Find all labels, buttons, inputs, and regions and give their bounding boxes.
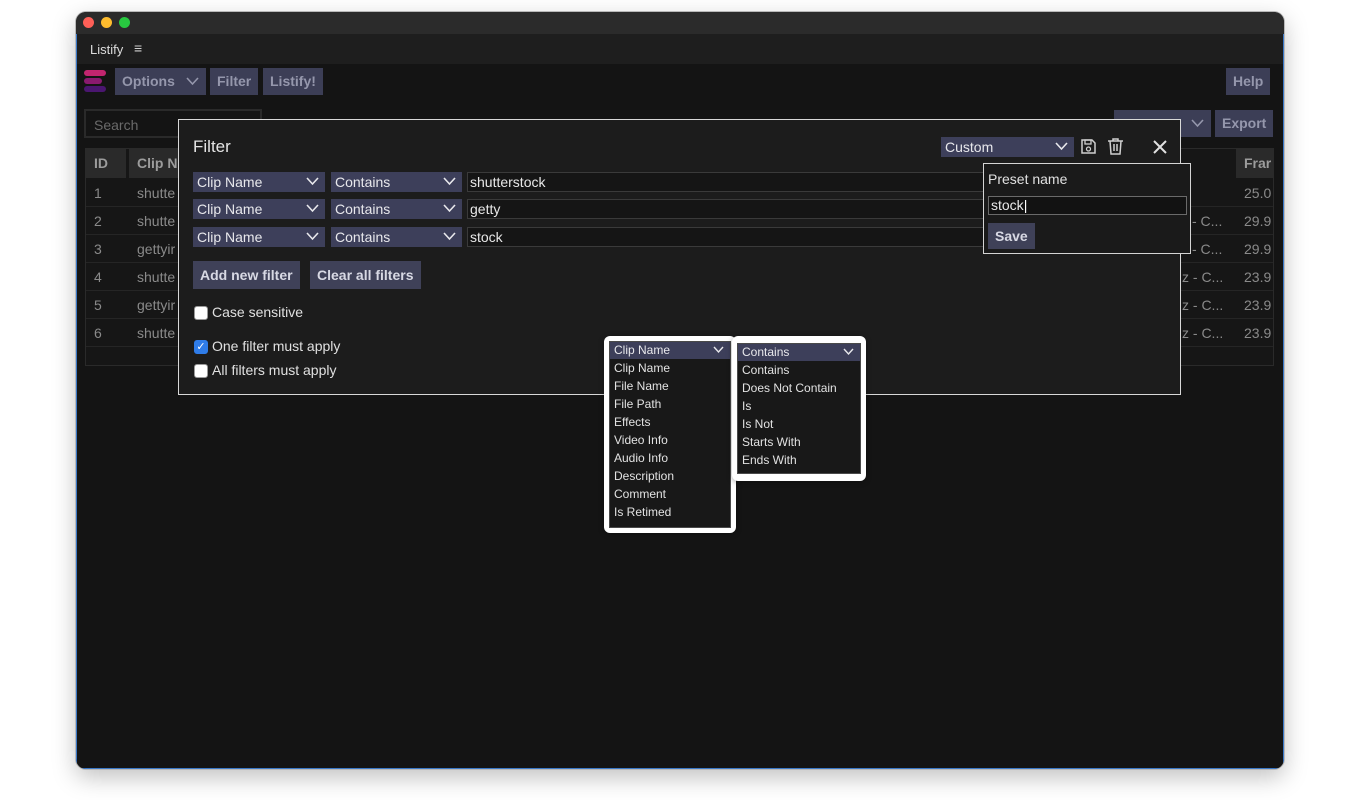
operator-dropdown: Contains Contains Does Not Contain Is Is… — [732, 336, 866, 481]
title-bar — [76, 12, 1284, 34]
dropdown-option[interactable]: Ends With — [738, 451, 860, 469]
filter-value-input[interactable]: getty — [467, 199, 987, 219]
chevron-down-icon — [306, 204, 319, 213]
close-window-button[interactable] — [83, 17, 94, 28]
chevron-down-icon — [443, 204, 456, 213]
preset-select-value: Custom — [945, 139, 994, 155]
filter-field-select[interactable]: Clip Name — [193, 199, 325, 219]
filter-field-select[interactable]: Clip Name — [193, 172, 325, 192]
dialog-title: Filter — [193, 137, 231, 156]
field-dropdown: Clip Name Clip Name File Name File Path … — [604, 336, 736, 533]
dropdown-option[interactable]: Clip Name — [610, 359, 730, 377]
text-caret: | — [1023, 197, 1028, 213]
all-filters-label: All filters must apply — [212, 362, 337, 378]
dropdown-option[interactable]: Is Not — [738, 415, 860, 433]
preset-name-value: stock — [991, 197, 1024, 213]
one-filter-checkbox[interactable]: ✓ — [194, 340, 208, 354]
filter-operator-select[interactable]: Contains — [331, 227, 462, 247]
filter-operator-select[interactable]: Contains — [331, 199, 462, 219]
filter-value-input[interactable]: stock — [467, 227, 987, 247]
dropdown-option[interactable]: Does Not Contain — [738, 379, 860, 397]
dropdown-option[interactable]: Effects — [610, 413, 730, 431]
chevron-down-icon — [306, 177, 319, 186]
dropdown-option[interactable]: File Name — [610, 377, 730, 395]
operator-dropdown-selected: Contains — [742, 345, 790, 359]
filter-operator-select[interactable]: Contains — [331, 172, 462, 192]
dropdown-option[interactable]: Contains — [738, 361, 860, 379]
case-sensitive-label: Case sensitive — [212, 304, 304, 320]
minimize-window-button[interactable] — [101, 17, 112, 28]
field-dropdown-list: Clip Name Clip Name File Name File Path … — [609, 341, 731, 528]
dropdown-option[interactable]: Comment — [610, 485, 730, 503]
chevron-down-icon — [306, 232, 319, 241]
field-dropdown-header[interactable]: Clip Name — [610, 342, 730, 359]
filter-operator-value: Contains — [335, 174, 391, 190]
filter-field-value: Clip Name — [197, 201, 263, 217]
chevron-down-icon — [843, 348, 854, 356]
filter-operator-value: Contains — [335, 229, 391, 245]
filter-value-input[interactable]: shutterstock — [467, 172, 987, 192]
case-sensitive-checkbox[interactable] — [194, 306, 208, 320]
dropdown-option[interactable]: Description — [610, 467, 730, 485]
close-icon[interactable] — [1153, 140, 1167, 154]
operator-dropdown-header[interactable]: Contains — [738, 344, 860, 361]
add-filter-button[interactable]: Add new filter — [193, 261, 300, 289]
one-filter-label: One filter must apply — [212, 338, 341, 354]
dropdown-option[interactable]: Is — [738, 397, 860, 415]
filter-field-value: Clip Name — [197, 229, 263, 245]
save-preset-icon[interactable] — [1080, 138, 1097, 155]
chevron-down-icon — [713, 346, 724, 354]
dropdown-option[interactable]: Audio Info — [610, 449, 730, 467]
preset-select[interactable]: Custom — [941, 137, 1074, 157]
maximize-window-button[interactable] — [119, 17, 130, 28]
chevron-down-icon — [1055, 142, 1068, 151]
clear-filters-button[interactable]: Clear all filters — [310, 261, 421, 289]
field-dropdown-selected: Clip Name — [614, 343, 671, 357]
dropdown-option[interactable]: Starts With — [738, 433, 860, 451]
chevron-down-icon — [443, 232, 456, 241]
dropdown-option[interactable]: Is Retimed — [610, 503, 730, 521]
save-preset-button[interactable]: Save — [988, 223, 1035, 249]
trash-icon[interactable] — [1107, 137, 1124, 155]
all-filters-checkbox[interactable] — [194, 364, 208, 378]
operator-dropdown-list: Contains Contains Does Not Contain Is Is… — [737, 343, 861, 474]
filter-field-select[interactable]: Clip Name — [193, 227, 325, 247]
filter-operator-value: Contains — [335, 201, 391, 217]
dropdown-option[interactable]: Video Info — [610, 431, 730, 449]
filter-field-value: Clip Name — [197, 174, 263, 190]
preset-popup: Preset name stock| Save — [983, 163, 1191, 254]
chevron-down-icon — [443, 177, 456, 186]
dropdown-option[interactable]: File Path — [610, 395, 730, 413]
preset-name-input[interactable]: stock| — [988, 196, 1187, 215]
preset-name-label: Preset name — [988, 171, 1068, 187]
